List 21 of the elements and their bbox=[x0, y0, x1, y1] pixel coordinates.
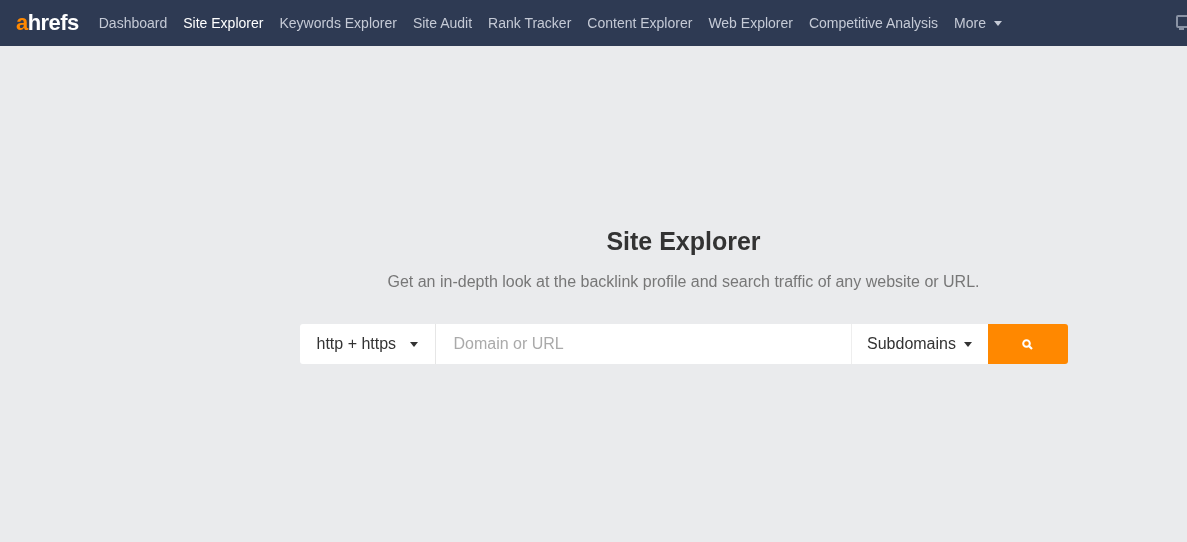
domain-input[interactable]: Domain or URL bbox=[435, 324, 851, 364]
nav-link[interactable]: Site Explorer bbox=[175, 12, 272, 34]
monitor-icon[interactable] bbox=[1176, 15, 1187, 31]
nav-link[interactable]: Keywords Explorer bbox=[271, 12, 405, 34]
ahrefs-logo[interactable]: ahrefs bbox=[16, 12, 79, 34]
more-menu[interactable]: More bbox=[946, 12, 1010, 34]
page-title: Site Explorer bbox=[606, 226, 761, 256]
nav-link[interactable]: Web Explorer bbox=[700, 12, 801, 34]
caret-icon bbox=[963, 341, 972, 347]
nav-link[interactable]: Dashboard bbox=[90, 12, 176, 34]
search-button[interactable] bbox=[987, 324, 1068, 364]
nav-link[interactable]: Site Audit bbox=[404, 12, 481, 34]
caret-icon bbox=[409, 341, 418, 347]
nav-link[interactable]: Content Explorer bbox=[579, 12, 701, 34]
search-icon bbox=[1022, 338, 1033, 350]
nav-link[interactable]: Competitive Analysis bbox=[800, 12, 947, 34]
scope-dropdown[interactable]: Subdomains bbox=[850, 324, 988, 364]
caret-icon bbox=[994, 20, 1002, 26]
nav-link[interactable]: Rank Tracker bbox=[480, 12, 580, 34]
protocol-dropdown[interactable]: http + https bbox=[299, 324, 436, 364]
page-subtitle: Get an in-depth look at the backlink profile and search traffic of any website or URL. bbox=[387, 272, 980, 292]
